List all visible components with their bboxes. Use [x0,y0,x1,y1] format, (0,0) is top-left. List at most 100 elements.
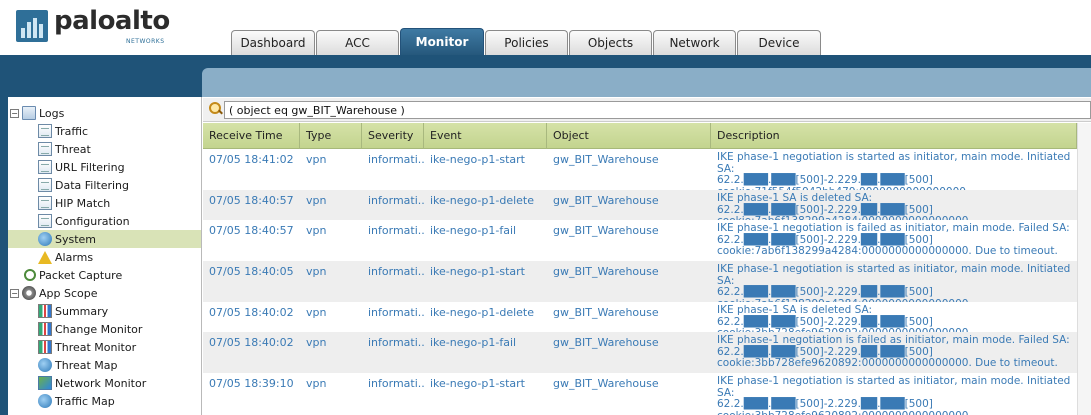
sidebar-item-configuration[interactable]: Configuration [38,212,130,230]
log-icon [38,178,52,192]
cell-object: gw_BIT_Warehouse [553,224,659,237]
cell-severity: informati... [368,153,424,166]
log-icon [38,160,52,174]
cell-receive-time: 07/05 18:41:02 [209,153,294,166]
sidebar-item-alarms[interactable]: Alarms [38,248,93,266]
cell-severity: informati... [368,336,424,349]
cell-object: gw_BIT_Warehouse [553,265,659,278]
log-icon [38,214,52,228]
logo-text: paloalto [54,6,170,36]
filter-input[interactable] [224,101,1091,119]
alarm-icon [38,250,52,264]
log-icon [38,124,52,138]
sidebar-item-app-scope[interactable]: − App Scope [10,284,98,302]
column-type[interactable]: Type [300,123,362,149]
column-severity[interactable]: Severity [362,123,424,149]
logs-folder-icon [22,106,36,120]
sidebar-item-threat[interactable]: Threat [38,140,91,158]
column-event[interactable]: Event [424,123,547,149]
cell-event: ike-nego-p1-start [430,153,525,166]
sidebar-item-url-filtering[interactable]: URL Filtering [38,158,125,176]
sidebar-item-traffic-map[interactable]: Traffic Map [38,392,115,410]
cell-type: vpn [306,194,327,207]
tab-objects[interactable]: Objects [569,30,652,55]
cell-receive-time: 07/05 18:40:57 [209,194,294,207]
sidebar-item-data-filtering[interactable]: Data Filtering [38,176,129,194]
cell-object: gw_BIT_Warehouse [553,336,659,349]
sidebar-item-threat-map[interactable]: Threat Map [38,356,118,374]
logo-subtext: NETWORKS [126,38,165,45]
column-object[interactable]: Object [547,123,711,149]
cell-receive-time: 07/05 18:40:57 [209,224,294,237]
system-icon [38,232,52,246]
cell-severity: informati... [368,194,424,207]
cell-receive-time: 07/05 18:39:10 [209,377,294,390]
cell-event: ike-nego-p1-fail [430,224,517,237]
tab-policies[interactable]: Policies [485,30,568,55]
table-row[interactable]: 07/05 18:39:10 vpn informati... ike-nego-p1… [203,373,1091,415]
sidebar-item-traffic[interactable]: Traffic [38,122,88,140]
packet-capture-icon [24,269,36,281]
sidebar: − Logs Traffic Threat URL Filtering Data … [0,97,202,415]
cell-event: ike-nego-p1-start [430,377,525,390]
table-row[interactable]: 07/05 18:40:57 vpn informati... ike-nego-p1… [203,220,1091,261]
sidebar-item-summary[interactable]: Summary [38,302,108,320]
sidebar-item-logs[interactable]: − Logs [10,104,64,122]
cell-object: gw_BIT_Warehouse [553,306,659,319]
collapse-icon[interactable]: − [10,108,19,118]
table-row[interactable]: 07/05 18:41:02 vpn informati... ike-nego-p1… [203,149,1091,197]
table-header: Receive Time Type Severity Event Object … [203,123,1091,149]
cell-type: vpn [306,377,327,390]
cell-type: vpn [306,336,327,349]
cell-receive-time: 07/05 18:40:02 [209,336,294,349]
cell-object: gw_BIT_Warehouse [553,194,659,207]
traffic-map-icon [38,394,52,408]
log-table: Receive Time Type Severity Event Object … [203,123,1091,415]
cell-severity: informati... [368,306,424,319]
tab-dashboard[interactable]: Dashboard [231,30,315,55]
cell-description: IKE phase-1 negotiation is started as in… [717,375,1071,415]
collapse-icon[interactable]: − [10,288,19,298]
tab-monitor[interactable]: Monitor [400,28,484,55]
threat-monitor-icon [38,340,52,354]
cell-severity: informati... [368,224,424,237]
cell-event: ike-nego-p1-delete [430,306,535,319]
cell-type: vpn [306,224,327,237]
table-row[interactable]: 07/05 18:40:02 vpn informati... ike-nego-p1… [203,302,1091,339]
app-scope-icon [22,286,36,300]
sidebar-item-system[interactable]: System [8,230,201,248]
cell-receive-time: 07/05 18:40:05 [209,265,294,278]
sidebar-item-threat-monitor[interactable]: Threat Monitor [38,338,136,356]
table-row[interactable]: 07/05 18:40:02 vpn informati... ike-nego-p1… [203,332,1091,373]
paloalto-logo: paloalto NETWORKS [16,6,186,48]
cell-type: vpn [306,265,327,278]
content-title-bar [202,68,1091,97]
cell-type: vpn [306,153,327,166]
cell-object: gw_BIT_Warehouse [553,377,659,390]
summary-icon [38,304,52,318]
sidebar-item-change-monitor[interactable]: Change Monitor [38,320,142,338]
column-receive-time[interactable]: Receive Time [203,123,300,149]
cell-receive-time: 07/05 18:40:02 [209,306,294,319]
sidebar-item-network-monitor[interactable]: Network Monitor [38,374,146,392]
search-icon[interactable] [209,102,223,116]
cell-description: IKE phase-1 negotiation is failed as ini… [717,334,1070,369]
network-monitor-icon [38,376,52,390]
table-row[interactable]: 07/05 18:40:57 vpn informati... ike-nego-p1… [203,190,1091,227]
tab-device[interactable]: Device [737,30,821,55]
cell-object: gw_BIT_Warehouse [553,153,659,166]
column-description[interactable]: Description [711,123,1077,149]
change-monitor-icon [38,322,52,336]
sidebar-item-packet-capture[interactable]: Packet Capture [24,266,122,284]
logo-icon [16,10,48,42]
sidebar-item-hip-match[interactable]: HIP Match [38,194,110,212]
main-tabs: Dashboard ACC Monitor Policies Objects N… [231,28,822,55]
cell-event: ike-nego-p1-start [430,265,525,278]
tab-acc[interactable]: ACC [316,30,399,55]
tab-network[interactable]: Network [653,30,736,55]
vertical-scrollbar[interactable] [1077,123,1091,415]
table-row[interactable]: 07/05 18:40:05 vpn informati... ike-nego-p1… [203,261,1091,309]
cell-event: ike-nego-p1-delete [430,194,535,207]
cell-event: ike-nego-p1-fail [430,336,517,349]
cell-severity: informati... [368,377,424,390]
